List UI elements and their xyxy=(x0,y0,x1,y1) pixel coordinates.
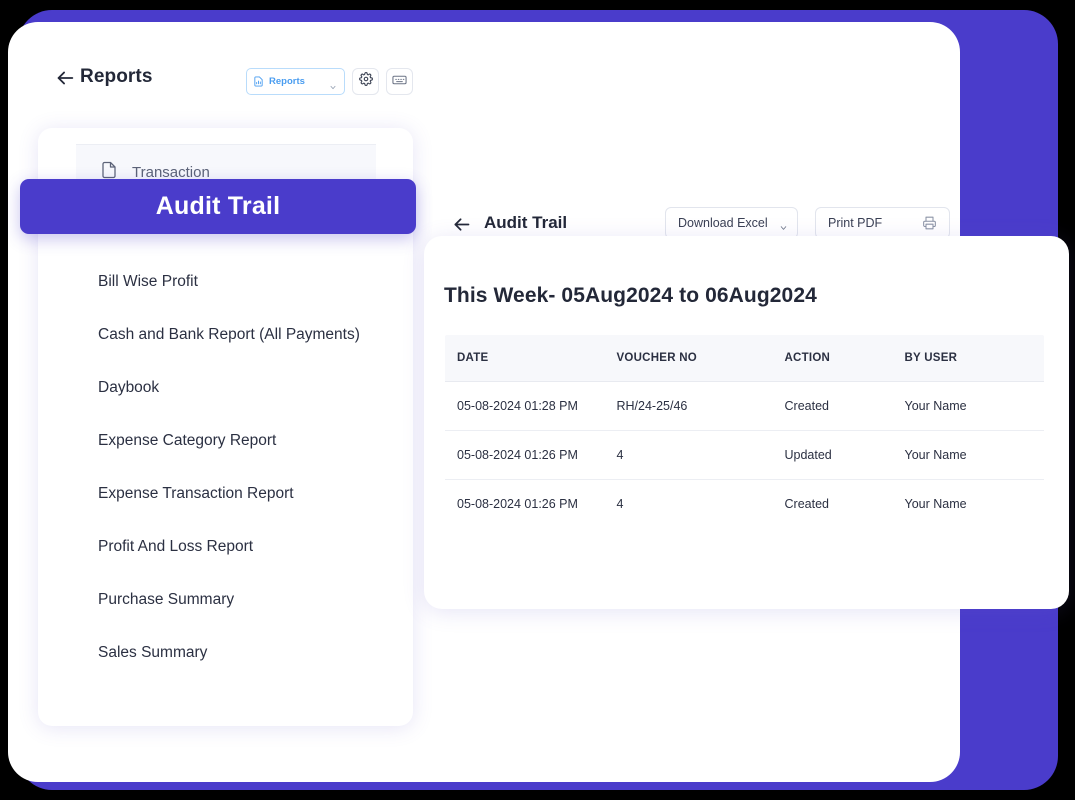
sidebar-item-daybook[interactable]: Daybook xyxy=(98,379,159,397)
printer-icon xyxy=(922,216,937,230)
table-row[interactable]: 05-08-2024 01:28 PM RH/24-25/46 Created … xyxy=(445,381,1044,431)
screenshot-stage: Reports Reports Transaction Bill Wise Pr… xyxy=(0,0,1075,800)
back-arrow-icon[interactable] xyxy=(52,66,78,90)
print-pdf-button[interactable]: Print PDF xyxy=(815,207,950,239)
cell-voucher-no: RH/24-25/46 xyxy=(604,381,773,431)
reports-dropdown[interactable]: Reports xyxy=(246,68,345,95)
cell-action: Created xyxy=(772,479,893,528)
chevron-down-icon xyxy=(778,219,789,230)
cell-action: Updated xyxy=(772,430,893,480)
keyboard-icon xyxy=(392,73,407,91)
sidebar-item-profit-and-loss-report[interactable]: Profit And Loss Report xyxy=(98,538,253,556)
audit-trail-panel: This Week- 05Aug2024 to 06Aug2024 DATE V… xyxy=(424,236,1069,609)
cell-by-user: Your Name xyxy=(892,381,1044,431)
settings-button[interactable] xyxy=(352,68,379,95)
table-header-row: DATE VOUCHER NO ACTION BY USER xyxy=(445,335,1044,382)
download-excel-label: Download Excel xyxy=(678,216,768,230)
column-header-date: DATE xyxy=(445,335,605,382)
sidebar-item-bill-wise-profit[interactable]: Bill Wise Profit xyxy=(98,273,198,291)
cell-date: 05-08-2024 01:26 PM xyxy=(445,430,605,480)
keyboard-shortcuts-button[interactable] xyxy=(386,68,413,95)
sidebar-item-expense-transaction-report[interactable]: Expense Transaction Report xyxy=(98,485,294,503)
table-row[interactable]: 05-08-2024 01:26 PM 4 Created Your Name xyxy=(445,479,1044,528)
week-range-title: This Week- 05Aug2024 to 06Aug2024 xyxy=(444,284,817,307)
cell-date: 05-08-2024 01:26 PM xyxy=(445,479,605,528)
sidebar-group-label: Transaction xyxy=(132,163,210,181)
cell-by-user: Your Name xyxy=(892,430,1044,480)
audit-trail-banner-label: Audit Trail xyxy=(155,192,281,220)
cell-by-user: Your Name xyxy=(892,479,1044,528)
sidebar-item-purchase-summary[interactable]: Purchase Summary xyxy=(98,591,234,609)
column-header-by-user: BY USER xyxy=(892,335,1044,382)
cell-voucher-no: 4 xyxy=(604,430,773,480)
content-back-arrow-icon[interactable] xyxy=(448,214,474,234)
column-header-voucher-no: VOUCHER NO xyxy=(604,335,773,382)
sidebar-item-cash-and-bank-report[interactable]: Cash and Bank Report (All Payments) xyxy=(98,326,360,344)
chevron-down-icon xyxy=(328,78,338,90)
table-row[interactable]: 05-08-2024 01:26 PM 4 Updated Your Name xyxy=(445,430,1044,480)
cell-action: Created xyxy=(772,381,893,431)
audit-trail-table: DATE VOUCHER NO ACTION BY USER 05-08-202… xyxy=(444,334,1045,529)
download-excel-button[interactable]: Download Excel xyxy=(665,207,798,239)
content-title: Audit Trail xyxy=(484,213,568,232)
print-pdf-label: Print PDF xyxy=(828,216,883,230)
document-chart-icon xyxy=(253,75,264,88)
cell-voucher-no: 4 xyxy=(604,479,773,528)
audit-trail-highlight-banner[interactable]: Audit Trail xyxy=(20,179,416,234)
reports-dropdown-label: Reports xyxy=(269,76,305,87)
cell-date: 05-08-2024 01:28 PM xyxy=(445,381,605,431)
sidebar-item-sales-summary[interactable]: Sales Summary xyxy=(98,644,207,662)
top-bar: Reports Reports xyxy=(8,22,960,95)
page-title: Reports xyxy=(80,66,153,87)
column-header-action: ACTION xyxy=(772,335,893,382)
gear-icon xyxy=(358,72,373,91)
sidebar-item-expense-category-report[interactable]: Expense Category Report xyxy=(98,432,276,450)
